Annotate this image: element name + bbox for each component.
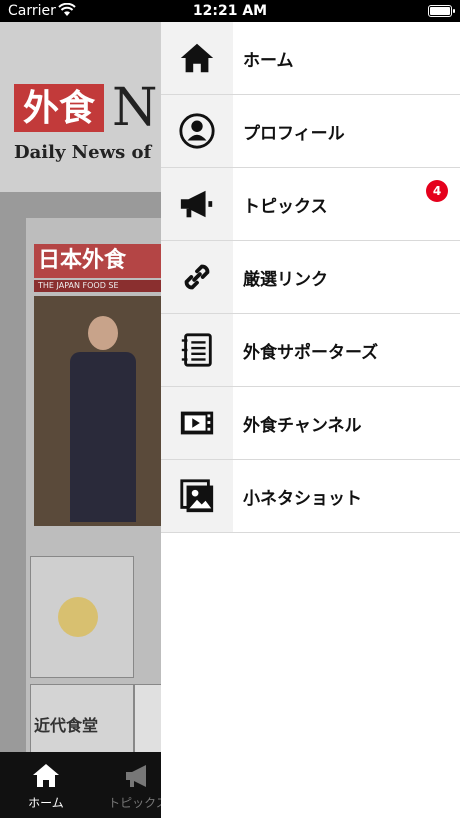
profile-icon: [179, 113, 215, 149]
background-page[interactable]: 外食 N Daily News of 日本外食 THE JAPAN FOOD S…: [0, 22, 161, 752]
menu-icon-cell: [161, 460, 233, 532]
megaphone-icon: [180, 190, 213, 218]
menu-icon-cell: [161, 168, 233, 240]
menu-icon-cell: [161, 314, 233, 386]
photo-icon: [180, 479, 214, 513]
menu-item-channel[interactable]: 外食チャンネル: [161, 387, 460, 460]
person-head: [88, 316, 118, 350]
home-icon: [6, 760, 86, 792]
tab-topics-label: トピックス: [108, 796, 168, 810]
ad-icon: [58, 597, 98, 637]
notebook-icon: [181, 333, 212, 367]
menu-item-label: ホーム: [243, 50, 294, 71]
status-bar: Carrier 12:21 AM: [0, 0, 460, 22]
newspaper-ad: [134, 684, 161, 752]
tab-home-label: ホーム: [28, 796, 64, 810]
menu-item-home[interactable]: ホーム: [161, 22, 460, 95]
menu-icon-cell: [161, 95, 233, 167]
background-logo-letter: N: [112, 78, 158, 138]
home-icon: [180, 43, 214, 73]
person-body: [70, 352, 136, 522]
menu-item-label: トピックス: [243, 196, 328, 217]
menu-item-label: プロフィール: [243, 123, 345, 144]
tab-home[interactable]: ホーム: [6, 760, 86, 811]
tab-bar: ホーム トピックス: [0, 752, 168, 818]
menu-item-supporters[interactable]: 外食サポーターズ: [161, 314, 460, 387]
menu-item-snapshots[interactable]: 小ネタショット: [161, 460, 460, 533]
menu-item-label: 厳選リンク: [243, 269, 328, 290]
background-logo: 外食: [14, 84, 104, 132]
background-subtitle: Daily News of: [14, 142, 152, 163]
menu-item-links[interactable]: 厳選リンク: [161, 241, 460, 314]
menu-item-topics[interactable]: トピックス 4: [161, 168, 460, 241]
ad-text: 近代食堂: [34, 716, 99, 735]
menu-item-label: 小ネタショット: [243, 488, 362, 509]
video-icon: [180, 411, 214, 435]
notification-badge: 4: [426, 180, 448, 202]
link-icon: [184, 264, 210, 290]
battery-icon: [428, 5, 455, 17]
menu-icon-cell: [161, 241, 233, 313]
menu-item-label: 外食サポーターズ: [243, 342, 379, 363]
side-drawer: ホーム プロフィール トピックス 4 厳選リンク 外食サポーターズ 外食チャンネ…: [161, 22, 460, 818]
menu-item-label: 外食チャンネル: [243, 415, 362, 436]
menu-icon-cell: [161, 22, 233, 94]
menu-icon-cell: [161, 387, 233, 459]
status-time: 12:21 AM: [192, 3, 268, 19]
menu-item-profile[interactable]: プロフィール: [161, 95, 460, 168]
newspaper-subtitle: THE JAPAN FOOD SE: [34, 280, 161, 292]
newspaper-title: 日本外食: [34, 244, 161, 278]
